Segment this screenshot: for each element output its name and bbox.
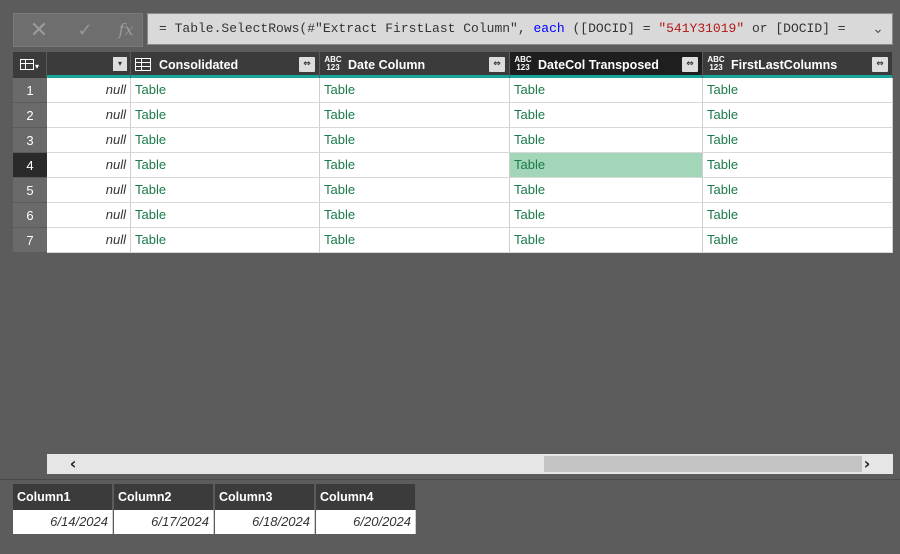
row-number[interactable]: 2 — [13, 103, 47, 128]
table-link-cell[interactable]: Table — [131, 153, 320, 178]
table-link-cell[interactable]: Table — [131, 178, 320, 203]
column-header-date-column[interactable]: ABC 123 Date Column ⇔ — [320, 52, 510, 78]
expand-column-icon[interactable]: ⇔ — [299, 57, 315, 72]
formula-bar-buttons: ✕ ✓ fx — [13, 13, 143, 47]
table-link-cell[interactable]: Table — [510, 228, 703, 253]
null-cell[interactable]: null — [47, 78, 131, 103]
formula-text-mid: ([DOCID] = — [564, 21, 659, 36]
row-number[interactable]: 7 — [13, 228, 47, 253]
table-link-cell[interactable]: Table — [703, 178, 893, 203]
table-menu-button[interactable]: ▾ — [13, 52, 47, 78]
table-link-cell[interactable]: Table — [320, 178, 510, 203]
table-link-cell[interactable]: Table — [703, 153, 893, 178]
formula-keyword: each — [533, 21, 565, 36]
table-link-cell[interactable]: Table — [703, 103, 893, 128]
preview-column-header: Column1 — [13, 484, 113, 510]
table-row: 1 null Table Table Table Table — [13, 78, 893, 103]
table-link-cell[interactable]: Table — [131, 128, 320, 153]
table-link-cell[interactable]: Table — [131, 78, 320, 103]
column-header-consolidated[interactable]: Consolidated ⇔ — [131, 52, 320, 78]
table-link-cell[interactable]: Table — [703, 203, 893, 228]
table-row: 5 null Table Table Table Table — [13, 178, 893, 203]
scrollbar-thumb[interactable] — [544, 456, 862, 472]
preview-cell: 6/18/2024 — [215, 510, 315, 534]
any-type-icon: ABC 123 — [324, 55, 342, 72]
check-icon[interactable]: ✓ — [70, 14, 100, 46]
table-link-cell[interactable]: Table — [320, 128, 510, 153]
formula-text-suffix: or [DOCID] = — [744, 21, 846, 36]
preview-column-header: Column3 — [215, 484, 315, 510]
table-link-cell[interactable]: Table — [510, 178, 703, 203]
null-cell[interactable]: null — [47, 153, 131, 178]
preview-cell: 6/17/2024 — [114, 510, 214, 534]
any-type-icon: ABC 123 — [707, 55, 725, 72]
expand-column-icon[interactable]: ⇔ — [872, 57, 888, 72]
formula-bar: ✕ ✓ fx = Table.SelectRows(#"Extract Firs… — [0, 0, 900, 48]
table-link-cell[interactable]: Table — [510, 103, 703, 128]
divider — [0, 479, 900, 480]
table-link-cell[interactable]: Table — [320, 153, 510, 178]
table-link-cell[interactable]: Table — [131, 103, 320, 128]
column-header-firstlastcolumns[interactable]: ABC 123 FirstLastColumns ⇔ — [703, 52, 893, 78]
chevron-left-icon[interactable]: ‹ — [59, 454, 87, 474]
fx-icon[interactable]: fx — [112, 14, 140, 46]
expand-column-icon[interactable]: ⇔ — [489, 57, 505, 72]
null-cell[interactable]: null — [47, 228, 131, 253]
preview-column-header: Column2 — [114, 484, 214, 510]
table-link-cell[interactable]: Table — [510, 153, 703, 178]
table-row: 7 null Table Table Table Table — [13, 228, 893, 253]
column-header-datecol-transposed[interactable]: ABC 123 DateCol Transposed ⇔ — [510, 52, 703, 78]
any-type-icon: ABC 123 — [514, 55, 532, 72]
table-icon — [20, 59, 34, 70]
formula-input[interactable]: = Table.SelectRows(#"Extract FirstLast C… — [147, 13, 893, 45]
table-row: 6 null Table Table Table Table — [13, 203, 893, 228]
table-link-cell[interactable]: Table — [320, 78, 510, 103]
null-cell[interactable]: null — [47, 203, 131, 228]
row-number[interactable]: 3 — [13, 128, 47, 153]
table-link-cell[interactable]: Table — [510, 78, 703, 103]
table-link-cell[interactable]: Table — [320, 228, 510, 253]
table-link-cell[interactable]: Table — [131, 203, 320, 228]
table-row: 2 null Table Table Table Table — [13, 103, 893, 128]
caret-down-icon: ▾ — [35, 62, 40, 71]
row-number[interactable]: 1 — [13, 78, 47, 103]
chevron-right-icon[interactable]: › — [853, 454, 881, 474]
table-link-cell[interactable]: Table — [703, 128, 893, 153]
null-cell[interactable]: null — [47, 128, 131, 153]
table-link-cell[interactable]: Table — [703, 228, 893, 253]
table-type-icon — [135, 58, 151, 71]
formula-text-prefix: = Table.SelectRows(#"Extract FirstLast C… — [159, 21, 534, 36]
null-cell[interactable]: null — [47, 178, 131, 203]
column-header-1[interactable]: ▾ — [47, 52, 131, 78]
table-link-cell[interactable]: Table — [703, 78, 893, 103]
null-cell[interactable]: null — [47, 103, 131, 128]
grid-header-row: ▾ ▾ Consolidated ⇔ ABC 123 Date Column ⇔ … — [13, 52, 893, 78]
table-row: 3 null Table Table Table Table — [13, 128, 893, 153]
table-link-cell[interactable]: Table — [510, 128, 703, 153]
row-number[interactable]: 4 — [13, 153, 47, 178]
expand-column-icon[interactable]: ⇔ — [682, 57, 698, 72]
horizontal-scrollbar[interactable]: ‹ › — [47, 454, 893, 474]
preview-cell: 6/14/2024 — [13, 510, 113, 534]
table-link-cell[interactable]: Table — [320, 103, 510, 128]
table-row: 4 null Table Table Table Table — [13, 153, 893, 178]
row-number[interactable]: 6 — [13, 203, 47, 228]
close-icon[interactable]: ✕ — [24, 14, 54, 46]
table-link-cell[interactable]: Table — [320, 203, 510, 228]
chevron-down-icon[interactable]: ⌄ — [864, 14, 892, 44]
preview-cell: 6/20/2024 — [316, 510, 416, 534]
table-link-cell[interactable]: Table — [131, 228, 320, 253]
preview-column-header: Column4 — [316, 484, 416, 510]
formula-string: "541Y31019" — [658, 21, 745, 36]
table-link-cell[interactable]: Table — [510, 203, 703, 228]
row-number[interactable]: 5 — [13, 178, 47, 203]
dropdown-icon[interactable]: ▾ — [113, 57, 127, 71]
